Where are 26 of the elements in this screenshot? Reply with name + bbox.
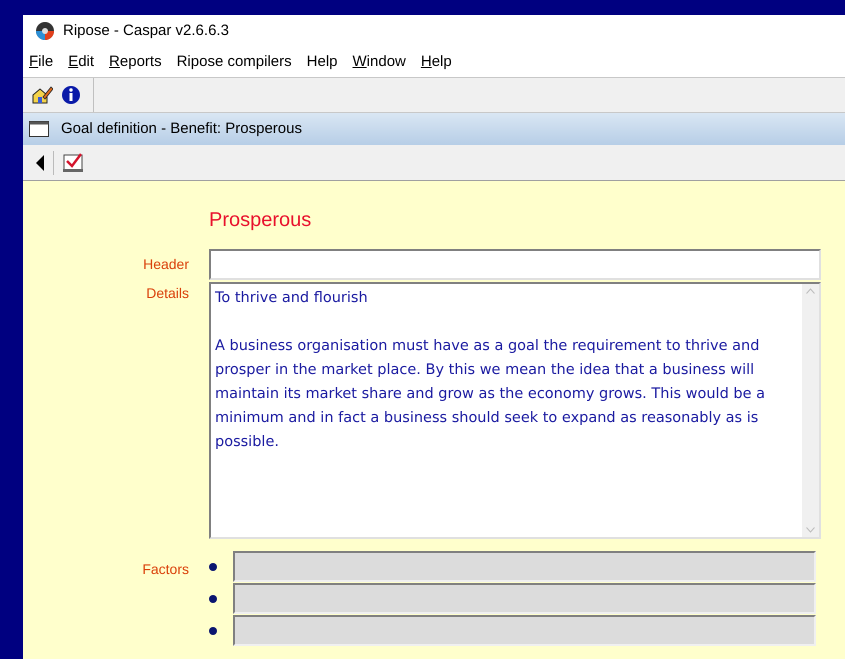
bullet-icon bbox=[208, 626, 218, 636]
details-text-area[interactable] bbox=[209, 282, 821, 539]
bullet-icon bbox=[208, 562, 218, 572]
bullet-icon bbox=[208, 594, 218, 604]
details-paragraph: A business organisation must have as a goal the requirement to thrive and prosper in the market place. By this we mean the idea that a business will maintain its market share and grow as the economy grows. This would be a minimum and in fact a business should seek to expand as reasonably as is possible. bbox=[215, 337, 766, 452]
app-logo-icon bbox=[35, 21, 55, 41]
details-paragraph: To thrive and flourish bbox=[215, 289, 369, 308]
menu-item[interactable]: File bbox=[29, 50, 54, 74]
menu-item[interactable]: Reports bbox=[109, 50, 162, 74]
menu-item[interactable]: Ripose compilers bbox=[176, 50, 292, 74]
house-pencil-icon[interactable] bbox=[31, 85, 53, 105]
window-title: Ripose - Caspar v2.6.6.3 bbox=[63, 20, 229, 41]
field-label: Header bbox=[143, 256, 189, 272]
menu-item[interactable]: Help bbox=[420, 50, 452, 74]
menu-item[interactable]: Help bbox=[306, 50, 338, 74]
child-window-title: Goal definition - Benefit: Prosperous bbox=[61, 118, 302, 139]
menu-item[interactable]: Edit bbox=[68, 50, 94, 74]
info-icon[interactable] bbox=[61, 85, 81, 105]
window-icon bbox=[29, 121, 49, 137]
menu-item[interactable]: Window bbox=[352, 50, 406, 74]
checklist-icon[interactable] bbox=[62, 152, 84, 172]
header-field[interactable] bbox=[209, 249, 821, 280]
form-heading: Prosperous bbox=[209, 208, 312, 233]
field-label: Details bbox=[146, 285, 189, 301]
back-arrow-icon[interactable] bbox=[35, 154, 45, 170]
field-label: Factors bbox=[142, 561, 189, 577]
